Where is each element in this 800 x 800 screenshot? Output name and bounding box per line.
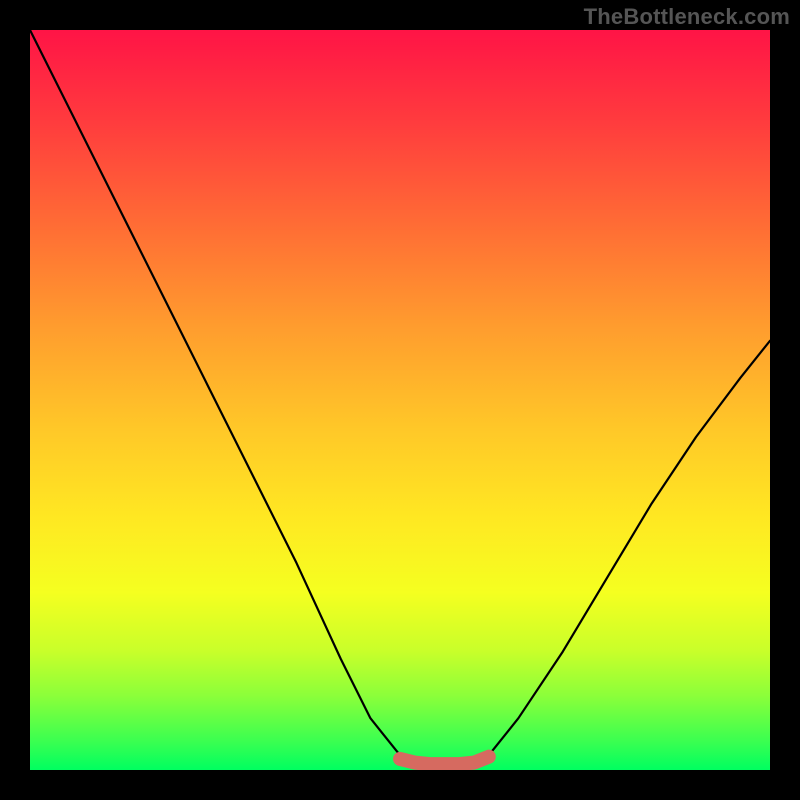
watermark-text: TheBottleneck.com xyxy=(584,4,790,30)
flat-zone-marker-path xyxy=(400,757,489,764)
plot-area xyxy=(30,30,770,770)
curve-svg xyxy=(30,30,770,770)
bottleneck-curve-path xyxy=(30,30,770,770)
chart-frame: TheBottleneck.com xyxy=(0,0,800,800)
